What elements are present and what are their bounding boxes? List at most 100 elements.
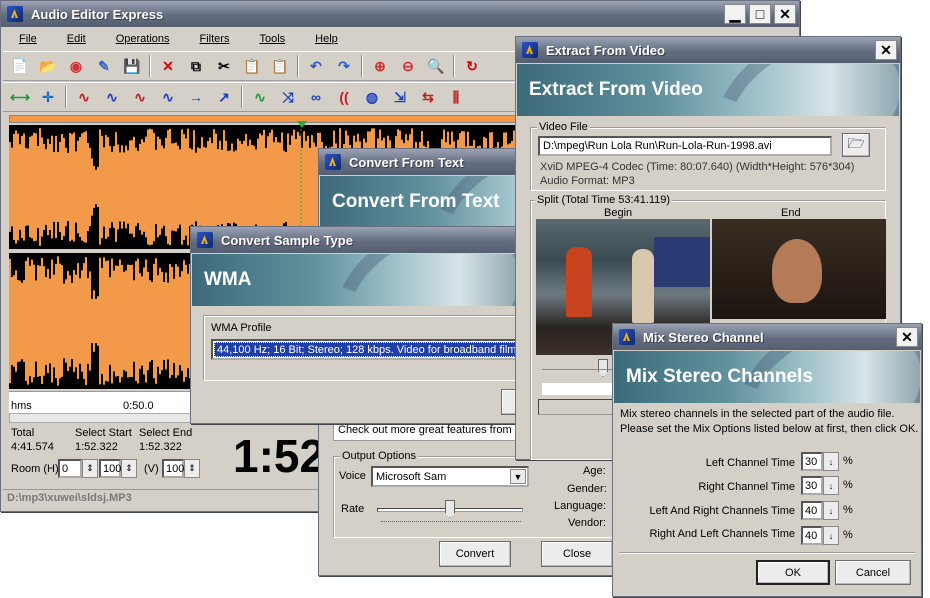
left-right-label: Left And Right Channels Time	[649, 505, 795, 517]
delete-icon[interactable]: ✕	[157, 55, 179, 77]
maximize-button[interactable]: □	[749, 4, 771, 24]
left-channel-value[interactable]: 30	[801, 452, 823, 471]
equalizer-icon[interactable]: ⫼	[445, 86, 467, 108]
sample-type-banner: WMA	[192, 254, 518, 306]
sample-type-titlebar[interactable]: Convert Sample Type	[191, 227, 519, 253]
close-button[interactable]: ✕	[896, 327, 918, 347]
cursor-icon[interactable]: ✛	[37, 86, 59, 108]
age-label: Age:	[583, 465, 606, 477]
cut-icon[interactable]: ✂	[213, 55, 235, 77]
close-button[interactable]: ✕	[774, 4, 796, 24]
select-end-value: 1:52.322	[139, 441, 182, 453]
room-h-spinner[interactable]: 0 ⇕	[58, 459, 98, 478]
convert-button[interactable]: Convert	[439, 541, 511, 567]
right-channel-value[interactable]: 30	[801, 476, 823, 495]
left-channel-unit: %	[843, 455, 853, 467]
select-all-icon[interactable]: ⟷	[9, 86, 31, 108]
redo-icon[interactable]: ↷	[333, 55, 355, 77]
open-folder-icon[interactable]: 📂	[37, 55, 59, 77]
sample-type-title: Convert Sample Type	[221, 232, 353, 248]
codec-info: XviD MPEG-4 Codec (Time: 80:07.640) (Wid…	[540, 161, 855, 173]
folder-icon: 🗁	[847, 135, 865, 151]
fade-in-icon[interactable]: ∿	[129, 86, 151, 108]
loop-icon[interactable]: ↻	[461, 55, 483, 77]
zoom-selection-icon[interactable]: 🔍	[425, 55, 447, 77]
mix-banner: Mix Stereo Channels	[614, 351, 920, 403]
menu-tools[interactable]: Tools	[243, 33, 299, 45]
mix-description-2: Please set the Mix Options listed below …	[620, 423, 919, 435]
spin-down-icon[interactable]: ↓	[823, 476, 839, 495]
spin-down-icon[interactable]: ↓	[823, 526, 839, 545]
spin-arrows-icon[interactable]: ⇕	[121, 459, 137, 478]
select-end-label: Select End	[139, 427, 193, 439]
cd-icon[interactable]: ◉	[65, 55, 87, 77]
main-titlebar[interactable]: Audio Editor Express ▁ □ ✕	[1, 1, 799, 27]
spin-down-icon[interactable]: ↓	[823, 452, 839, 471]
convert-text-banner-text: Convert From Text	[332, 191, 500, 212]
toolbar-separator	[297, 55, 299, 77]
mix-description-1: Mix stereo channels in the selected part…	[620, 408, 895, 420]
spin-down-icon[interactable]: ↓	[823, 501, 839, 520]
amplify-icon[interactable]: ∿	[73, 86, 95, 108]
menu-operations[interactable]: Operations	[100, 33, 184, 45]
app-icon	[619, 329, 635, 345]
play-marker[interactable]	[297, 121, 307, 128]
voice-select[interactable]: Microsoft Sam ▼	[371, 466, 529, 487]
spin-arrows-icon[interactable]: ⇕	[82, 459, 98, 478]
chorus-icon[interactable]: ((	[333, 86, 355, 108]
cancel-button[interactable]: Cancel	[835, 560, 911, 585]
edit-icon[interactable]: ✎	[93, 55, 115, 77]
normalize-icon[interactable]: ∿	[101, 86, 123, 108]
minimize-button[interactable]: ▁	[724, 4, 746, 24]
room-h2-spinner[interactable]: 100 ⇕	[99, 459, 137, 478]
ok-button[interactable]: OK	[756, 560, 830, 585]
time-mark-label: 0:50.0	[123, 400, 154, 412]
invert-icon[interactable]: ⤨	[277, 86, 299, 108]
spin-arrows-icon[interactable]: ⇕	[184, 459, 200, 478]
echo-icon[interactable]: ∞	[305, 86, 327, 108]
swap-icon[interactable]: ⇆	[417, 86, 439, 108]
menu-edit[interactable]: Edit	[51, 33, 100, 45]
close-button[interactable]: ✕	[875, 40, 897, 60]
left-right-value[interactable]: 40	[801, 501, 823, 520]
noise-icon[interactable]: ∿	[249, 86, 271, 108]
extract-titlebar[interactable]: Extract From Video ✕	[516, 37, 900, 63]
room-h-value[interactable]: 0	[58, 459, 82, 478]
shift-right-icon[interactable]: →	[185, 86, 207, 108]
video-path-input[interactable]: D:\mpeg\Run Lola Run\Run-Lola-Run-1998.a…	[538, 136, 832, 156]
shift-right-alt-icon[interactable]: ↗	[213, 86, 235, 108]
left-right-spinner[interactable]: 40 ↓	[801, 501, 839, 520]
zoom-out-icon[interactable]: ⊖	[397, 55, 419, 77]
right-channel-spinner[interactable]: 30 ↓	[801, 476, 839, 495]
wma-profile-select[interactable]: 44,100 Hz; 16 Bit; Stereo; 128 kbps. Vid…	[211, 339, 519, 360]
room-h2-value[interactable]: 100	[99, 459, 121, 478]
menu-file[interactable]: File	[3, 33, 51, 45]
room-v-spinner[interactable]: 100 ⇕	[162, 459, 200, 478]
new-file-icon[interactable]: 📄	[9, 55, 31, 77]
left-channel-spinner[interactable]: 30 ↓	[801, 452, 839, 471]
room-label: Room (H)	[11, 463, 59, 475]
close-dialog-button[interactable]: Close	[541, 541, 613, 567]
menu-filters[interactable]: Filters	[184, 33, 244, 45]
menu-help[interactable]: Help	[299, 33, 352, 45]
flanger-icon[interactable]: ◍	[361, 86, 383, 108]
undo-icon[interactable]: ↶	[305, 55, 327, 77]
room-v-value[interactable]: 100	[162, 459, 184, 478]
paste-mix-icon[interactable]: 📋	[269, 55, 291, 77]
app-icon	[197, 232, 213, 248]
status-path: D:\mp3\xuwei\sldsj.MP3	[7, 492, 132, 504]
browse-folder-button[interactable]: 🗁	[842, 133, 870, 157]
right-left-spinner[interactable]: 40 ↓	[801, 526, 839, 545]
save-icon[interactable]: 💾	[121, 55, 143, 77]
rate-ticks	[381, 521, 521, 523]
right-left-value[interactable]: 40	[801, 526, 823, 545]
fade-out-icon[interactable]: ∿	[157, 86, 179, 108]
main-title: Audio Editor Express	[31, 6, 164, 22]
mix-titlebar[interactable]: Mix Stereo Channel ✕	[613, 324, 921, 350]
copy-icon[interactable]: ⧉	[185, 55, 207, 77]
paste-icon[interactable]: 📋	[241, 55, 263, 77]
reverse-icon[interactable]: ⇲	[389, 86, 411, 108]
begin-label: Begin	[604, 207, 633, 219]
dropdown-arrow-icon[interactable]: ▼	[510, 469, 526, 484]
zoom-in-icon[interactable]: ⊕	[369, 55, 391, 77]
